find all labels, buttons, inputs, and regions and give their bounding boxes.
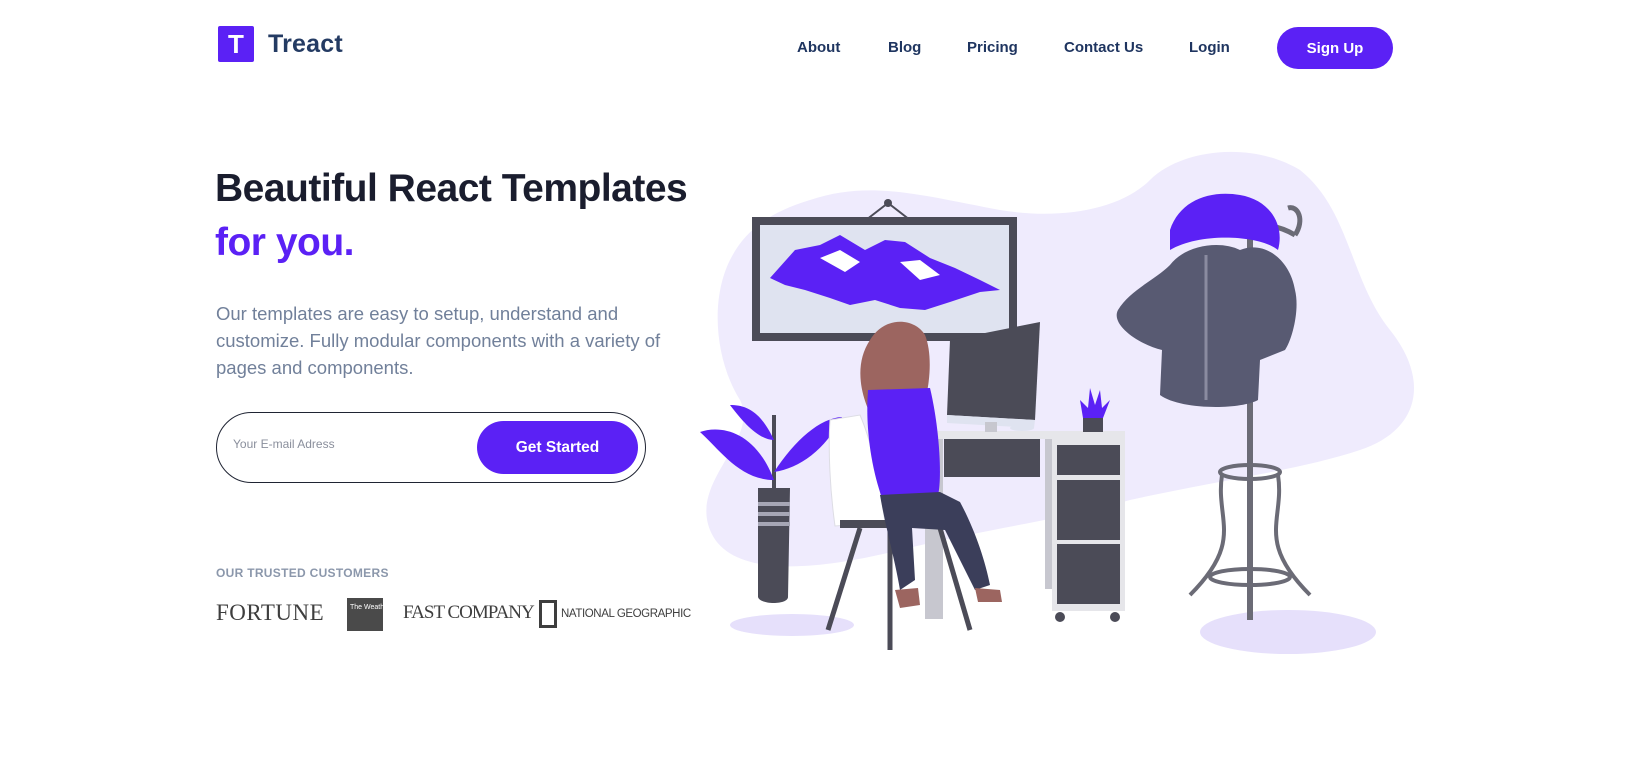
hero-description: Our templates are easy to setup, underst… <box>216 303 661 378</box>
nav-link-blog[interactable]: Blog <box>888 39 921 56</box>
nav-link-login[interactable]: Login <box>1189 39 1230 56</box>
email-input[interactable] <box>233 437 473 451</box>
natgeo-text: NATIONAL GEOGRAPHIC <box>561 608 691 620</box>
person-at-desk-illustration <box>700 151 1414 654</box>
nav-link-contact[interactable]: Contact Us <box>1064 39 1143 56</box>
coatrack-shadow <box>1200 610 1376 654</box>
hero-title: Beautiful React Templates for you. <box>215 162 688 270</box>
weather-channel-logo: The Weather Channel <box>347 598 418 631</box>
customers-label: OUR TRUSTED CUSTOMERS <box>216 566 389 580</box>
hero-title-line1: Beautiful React Templates <box>215 167 688 210</box>
email-signup-form: Get Started <box>216 412 646 483</box>
fortune-logo: FORTUNE <box>216 600 325 625</box>
national-geographic-logo: NATIONAL GEOGRAPHIC <box>539 600 691 628</box>
hero-title-accent: for you. <box>215 221 355 264</box>
nav-link-pricing[interactable]: Pricing <box>967 39 1018 56</box>
get-started-button[interactable]: Get Started <box>477 421 638 474</box>
nav-link-about[interactable]: About <box>797 39 840 56</box>
fast-company-logo: FAST COMPANY <box>403 602 535 623</box>
desk-top <box>920 431 1125 439</box>
person-sweater <box>867 388 940 498</box>
site-header: T Treact About Blog Pricing Contact Us L… <box>0 0 1631 96</box>
sign-up-button[interactable]: Sign Up <box>1277 27 1393 69</box>
natgeo-frame-icon <box>539 600 557 628</box>
plant-shadow <box>730 614 854 636</box>
